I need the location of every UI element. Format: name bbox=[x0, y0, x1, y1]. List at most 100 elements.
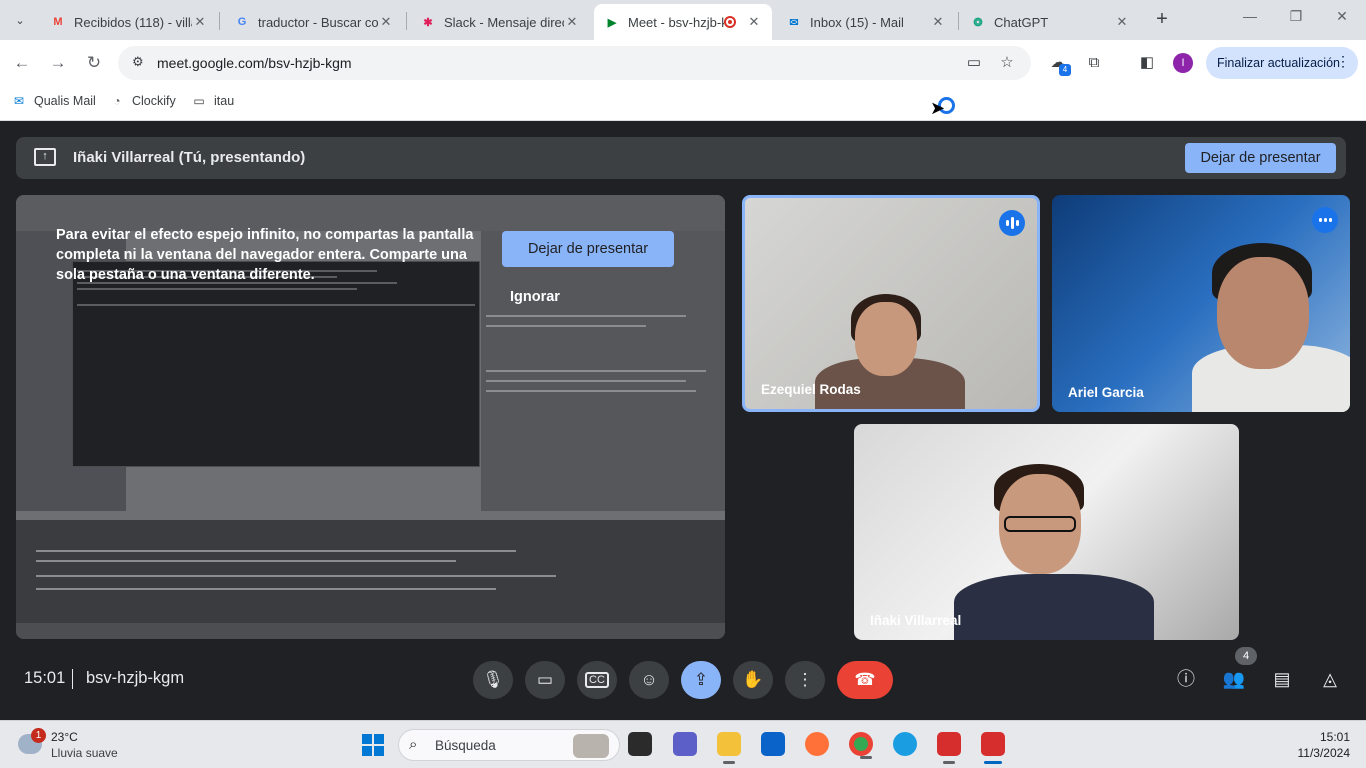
participant-video bbox=[954, 574, 1154, 640]
participant-tile-inaki[interactable]: Iñaki Villarreal bbox=[854, 424, 1239, 640]
address-bar[interactable]: ⚙ meet.google.com/bsv-hzjb-kgm ▭ ☆ bbox=[118, 46, 1031, 80]
people-icon: 👥 bbox=[1222, 669, 1246, 689]
mirror-warning-text: Para evitar el efecto espejo infinito, n… bbox=[56, 227, 474, 283]
tab-google-search[interactable]: G traductor - Buscar co ✕ bbox=[224, 4, 404, 40]
bookmark-folder-itau[interactable]: ▭ itau bbox=[190, 93, 234, 109]
minimize-button[interactable]: — bbox=[1240, 8, 1260, 30]
extensions-puzzle-icon[interactable]: ⧉ bbox=[1083, 52, 1105, 74]
meet-stage: ↑ Iñaki Villarreal (Tú, presentando) Dej… bbox=[0, 121, 1366, 720]
camera-icon[interactable]: ▭ bbox=[964, 53, 984, 73]
participant-name: Ariel Garcia bbox=[1068, 385, 1144, 400]
tab-slack[interactable]: ✱ Slack - Mensaje direc ✕ bbox=[410, 4, 590, 40]
profile-avatar[interactable]: I bbox=[1173, 53, 1193, 73]
teams-chat-icon[interactable] bbox=[673, 732, 697, 756]
activities-button[interactable]: ◬ bbox=[1317, 666, 1343, 692]
gmail-icon: M bbox=[53, 16, 63, 28]
shared-text-line bbox=[36, 588, 496, 590]
participant-tile-ariel[interactable]: Ariel Garcia bbox=[1052, 195, 1350, 412]
clockify-icon: ◔ bbox=[113, 94, 121, 108]
task-view-icon[interactable] bbox=[628, 732, 652, 756]
window-close-button[interactable]: ✕ bbox=[1332, 8, 1352, 30]
search-icon: ⌕ bbox=[409, 736, 418, 753]
participant-video bbox=[855, 302, 917, 376]
mouse-pointer-icon: ➤ bbox=[930, 98, 946, 118]
warning-stop-presenting-button[interactable]: Dejar de presentar bbox=[502, 231, 674, 267]
new-tab-button[interactable]: + bbox=[1151, 8, 1173, 30]
app-rx-icon[interactable] bbox=[937, 732, 961, 764]
hand-icon: ✋ bbox=[742, 670, 764, 689]
tab-chatgpt[interactable]: ❂ ChatGPT ✕ bbox=[960, 4, 1140, 40]
more-options-button[interactable]: ⋮ bbox=[785, 661, 825, 699]
side-panel-icon[interactable]: ◧ bbox=[1136, 52, 1158, 74]
browser-tab-strip: ⌄ M Recibidos (118) - villa ✕ G traducto… bbox=[0, 0, 1366, 40]
close-icon[interactable]: ✕ bbox=[564, 14, 580, 30]
bookmark-label: itau bbox=[214, 94, 235, 108]
chat-button[interactable]: ▤ bbox=[1269, 666, 1295, 692]
meeting-time: 15:01 bbox=[24, 669, 66, 687]
camera-button[interactable]: ▭ bbox=[525, 661, 565, 699]
leave-call-button[interactable]: ☎ bbox=[837, 661, 893, 699]
restore-button[interactable]: ❐ bbox=[1286, 8, 1306, 30]
browser-toolbar: ← → ↻ ⚙ meet.google.com/bsv-hzjb-kgm ▭ ☆… bbox=[0, 40, 1366, 86]
tab-title: Recibidos (118) - villa bbox=[74, 14, 192, 30]
more-vert-icon: ⋮ bbox=[796, 670, 814, 689]
bookmark-qualis-mail[interactable]: ✉ Qualis Mail bbox=[10, 93, 96, 109]
url-text: meet.google.com/bsv-hzjb-kgm bbox=[157, 55, 352, 71]
back-button[interactable]: ← bbox=[11, 52, 33, 74]
shared-terminal-window bbox=[72, 261, 480, 467]
microphone-button[interactable]: 🎙 bbox=[473, 661, 513, 699]
shared-screen-preview: Para evitar el efecto espejo infinito, n… bbox=[16, 195, 725, 639]
taskbar-search-box[interactable]: ⌕ Búsqueda bbox=[398, 729, 620, 761]
taskbar-clock-date[interactable]: 11/3/2024 bbox=[1298, 746, 1351, 760]
meeting-details-button[interactable]: ⓘ bbox=[1173, 666, 1199, 692]
people-button[interactable]: 👥 bbox=[1221, 666, 1247, 692]
windows-taskbar: 1 23°C Lluvia suave ⌕ Búsqueda 15:01 11/… bbox=[0, 720, 1366, 768]
app-rx-active-icon[interactable] bbox=[981, 732, 1005, 764]
finish-update-button[interactable]: Finalizar actualización ⋮ bbox=[1206, 47, 1358, 79]
shared-window-taskbar bbox=[16, 623, 725, 639]
stop-presenting-button[interactable]: Dejar de presentar bbox=[1185, 143, 1336, 173]
tab-meet[interactable]: ▶ Meet - bsv-hzjb-k ✕ bbox=[594, 4, 772, 40]
close-icon[interactable]: ✕ bbox=[746, 14, 762, 30]
chat-icon: ▤ bbox=[1273, 669, 1291, 689]
tab-mail-inbox[interactable]: ✉ Inbox (15) - Mail ✕ bbox=[776, 4, 956, 40]
microsoft-store-icon[interactable] bbox=[761, 732, 785, 756]
extension-badge: 4 bbox=[1059, 64, 1071, 76]
captions-button[interactable]: CC bbox=[577, 661, 617, 699]
close-icon[interactable]: ✕ bbox=[1114, 14, 1130, 30]
google-icon: G bbox=[237, 16, 247, 28]
terminal-line bbox=[77, 304, 475, 306]
edge-icon[interactable] bbox=[893, 732, 917, 756]
reload-button[interactable]: ↻ bbox=[83, 52, 105, 74]
chrome-icon[interactable] bbox=[849, 732, 873, 759]
weather-description[interactable]: Lluvia suave bbox=[51, 746, 118, 760]
participant-tile-ezequiel[interactable]: Ezequiel Rodas bbox=[742, 195, 1040, 412]
shared-text-line bbox=[36, 550, 516, 552]
present-now-button[interactable]: ⇪ bbox=[681, 661, 721, 699]
weather-temperature[interactable]: 23°C bbox=[51, 730, 78, 744]
taskbar-clock-time[interactable]: 15:01 bbox=[1320, 730, 1350, 744]
search-highlight-image bbox=[573, 734, 609, 758]
windows-start-icon[interactable] bbox=[362, 734, 384, 756]
tab-title: Slack - Mensaje direc bbox=[444, 14, 564, 30]
meeting-code: bsv-hzjb-kgm bbox=[86, 669, 185, 687]
tab-title: traductor - Buscar co bbox=[258, 14, 378, 30]
site-settings-icon[interactable]: ⚙ bbox=[132, 54, 144, 70]
bookmark-star-icon[interactable]: ☆ bbox=[997, 53, 1017, 73]
shared-window-console bbox=[16, 520, 725, 623]
tab-divider bbox=[406, 12, 407, 30]
reactions-button[interactable]: ☺ bbox=[629, 661, 669, 699]
firefox-icon[interactable] bbox=[805, 732, 829, 756]
close-icon[interactable]: ✕ bbox=[192, 14, 208, 30]
tab-gmail[interactable]: M Recibidos (118) - villa ✕ bbox=[40, 4, 218, 40]
close-icon[interactable]: ✕ bbox=[378, 14, 394, 30]
shared-text-line bbox=[486, 370, 706, 372]
bookmark-clockify[interactable]: ◔ Clockify bbox=[108, 93, 175, 109]
file-explorer-icon[interactable] bbox=[717, 732, 741, 764]
ignore-warning-button[interactable]: Ignorar bbox=[510, 289, 560, 305]
raise-hand-button[interactable]: ✋ bbox=[733, 661, 773, 699]
tab-search-button[interactable]: ⌄ bbox=[8, 8, 32, 32]
present-screen-icon: ↑ bbox=[34, 148, 56, 166]
forward-button[interactable]: → bbox=[47, 52, 69, 74]
close-icon[interactable]: ✕ bbox=[930, 14, 946, 30]
